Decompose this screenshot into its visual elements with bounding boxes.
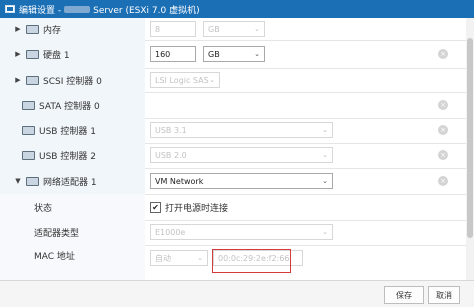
remove-usb1-icon[interactable]: ×: [438, 125, 448, 135]
dialog-titlebar: 编辑设置 - Server (ESXi 7.0 虚拟机): [0, 0, 474, 18]
chevron-down-icon: ⌄: [254, 50, 260, 58]
expand-arrow-icon[interactable]: ▶: [14, 50, 22, 58]
network-label: 网络适配器 1: [43, 177, 97, 188]
memory-icon: [26, 24, 39, 34]
connect-at-power-on-label: 打开电源时连接: [165, 203, 229, 214]
row-adapter-type: 适配器类型 E1000e ⌄: [0, 220, 466, 246]
chevron-down-icon: ⌄: [322, 151, 328, 159]
dialog-title-suffix: Server (ESXi 7.0 虚拟机): [93, 5, 200, 16]
chevron-down-icon: ⌄: [322, 228, 328, 236]
remove-sata-icon[interactable]: ×: [438, 100, 448, 110]
usb-controller-icon: [22, 151, 35, 160]
adapter-type-select[interactable]: E1000e ⌄: [150, 224, 333, 240]
row-disk: ▶ 硬盘 1 160 GB ⌄ ×: [0, 40, 466, 69]
disk-size-input[interactable]: 160: [150, 46, 196, 62]
redacted-name: [64, 5, 91, 13]
usb1-label: USB 控制器 1: [39, 127, 96, 137]
mac-mode-select[interactable]: 自动 ⌄: [150, 250, 208, 266]
chevron-down-icon: ⌄: [322, 126, 328, 134]
row-sata: SATA 控制器 0 ×: [0, 92, 466, 119]
sata-label: SATA 控制器 0: [39, 101, 100, 112]
chevron-down-icon: ⌄: [197, 254, 203, 262]
save-button[interactable]: 保存: [384, 286, 424, 304]
memory-unit-select[interactable]: GB ⌄: [203, 21, 265, 37]
network-adapter-icon: [26, 176, 39, 186]
connect-at-power-on-checkbox[interactable]: ✔: [150, 201, 161, 213]
chevron-down-icon: ⌄: [322, 177, 328, 185]
disk-icon: [26, 49, 39, 59]
chevron-down-icon: ⌄: [209, 76, 215, 84]
network-select[interactable]: VM Network ⌄: [150, 173, 333, 189]
scrollbar[interactable]: [466, 18, 474, 280]
row-scsi: ▶ SCSI 控制器 0 LSI Logic SAS ⌄: [0, 68, 466, 93]
row-usb2: USB 控制器 2 USB 2.0 ⌄ ×: [0, 143, 466, 169]
usb1-type-select[interactable]: USB 3.1 ⌄: [150, 122, 333, 138]
row-memory: ▶ 内存 8 GB ⌄: [0, 18, 466, 41]
scsi-label: SCSI 控制器 0: [43, 76, 102, 87]
chevron-down-icon: ⌄: [254, 25, 260, 33]
scrollbar-thumb[interactable]: [467, 38, 473, 238]
row-status: 状态 ✔ 打开电源时连接: [0, 194, 466, 221]
usb2-type-select[interactable]: USB 2.0 ⌄: [150, 147, 333, 163]
scsi-type-select[interactable]: LSI Logic SAS ⌄: [150, 72, 220, 88]
disk-unit-select[interactable]: GB ⌄: [203, 46, 265, 62]
remove-disk-icon[interactable]: ×: [438, 49, 448, 59]
hardware-list: ▶ 内存 8 GB ⌄ ▶ 硬盘 1 160 GB ⌄ × ▶ SCSI 控制器…: [0, 18, 466, 280]
usb-controller-icon: [22, 126, 35, 135]
memory-label: 内存: [43, 25, 62, 36]
collapse-arrow-icon[interactable]: ▼: [14, 177, 22, 185]
row-usb1: USB 控制器 1 USB 3.1 ⌄ ×: [0, 118, 466, 144]
disk-label: 硬盘 1: [43, 50, 70, 61]
memory-value-input[interactable]: 8: [150, 21, 196, 37]
status-label: 状态: [34, 203, 53, 214]
usb2-label: USB 控制器 2: [39, 152, 96, 162]
mac-highlight-box: [212, 249, 291, 273]
adapter-type-label: 适配器类型: [34, 229, 80, 239]
remove-usb2-icon[interactable]: ×: [438, 150, 448, 160]
scsi-controller-icon: [26, 75, 39, 85]
cancel-button[interactable]: 取消: [428, 286, 460, 304]
dialog-title-prefix: 编辑设置 -: [19, 5, 62, 16]
expand-arrow-icon[interactable]: ▶: [14, 25, 22, 33]
vm-settings-icon: [4, 4, 15, 14]
dialog-footer: 保存 取消: [0, 280, 474, 307]
expand-arrow-icon[interactable]: ▶: [14, 76, 22, 84]
sata-controller-icon: [22, 100, 35, 110]
remove-network-icon[interactable]: ×: [438, 176, 448, 186]
mac-address-label: MAC 地址: [34, 252, 75, 262]
row-network-adapter: ▼ 网络适配器 1 VM Network ⌄ ×: [0, 168, 466, 195]
